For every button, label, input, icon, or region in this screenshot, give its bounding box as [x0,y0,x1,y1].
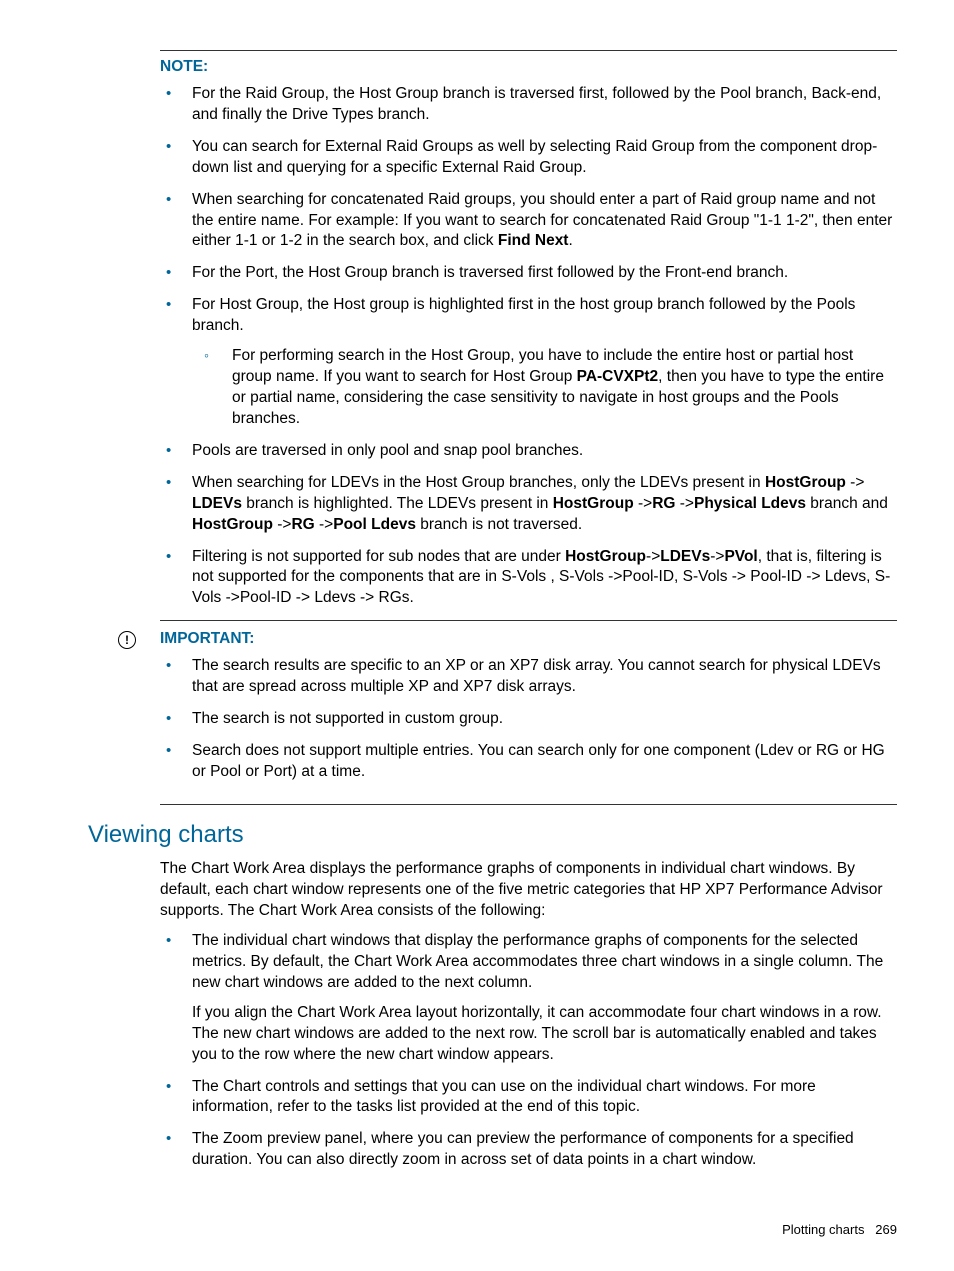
list-item: Search does not support multiple entries… [160,741,897,783]
important-bottom-rule [160,804,897,805]
list-text: For the Port, the Host Group branch is t… [192,264,788,281]
footer-page-number: 269 [875,1222,897,1237]
list-item: When searching for LDEVs in the Host Gro… [160,473,897,536]
list-text: The search is not supported in custom gr… [192,710,503,727]
note-bottom-rule [160,620,897,621]
important-list: The search results are specific to an XP… [160,656,897,783]
list-text: The individual chart windows that displa… [192,932,883,991]
inline-bold: Physical Ldevs [694,495,806,512]
inline-bold: Pool Ldevs [333,516,416,533]
inline-bold: HostGroup [565,548,646,565]
inline-bold: LDEVs [660,548,710,565]
intro-paragraph: The Chart Work Area displays the perform… [160,859,897,922]
list-text: Pools are traversed in only pool and sna… [192,442,583,459]
inline-bold: HostGroup [765,474,846,491]
list-text: . [568,232,572,249]
important-icon-col: ! [88,629,160,651]
section-heading: Viewing charts [88,819,897,851]
list-text: -> [315,516,334,533]
list-text: The Zoom preview panel, where you can pr… [192,1130,854,1168]
list-item: For the Port, the Host Group branch is t… [160,263,897,284]
list-paragraph: If you align the Chart Work Area layout … [192,1003,897,1066]
list-item: The Chart controls and settings that you… [160,1077,897,1119]
list-text: You can search for External Raid Groups … [192,138,877,176]
list-text: branch is highlighted. The LDEVs present… [242,495,553,512]
inline-bold: PVol [724,548,757,565]
inline-bold: HostGroup [192,516,273,533]
inline-bold: Find Next [498,232,569,249]
list-item: The Zoom preview panel, where you can pr… [160,1129,897,1171]
list-item: Filtering is not supported for sub nodes… [160,547,897,610]
sub-list: For performing search in the Host Group,… [192,346,897,430]
important-block: ! IMPORTANT: The search results are spec… [88,629,897,794]
list-text: -> [710,548,724,565]
list-text: When searching for LDEVs in the Host Gro… [192,474,765,491]
exclaim-icon: ! [118,631,136,649]
list-item: The search results are specific to an XP… [160,656,897,698]
inline-bold: RG [652,495,675,512]
list-text: -> [646,548,660,565]
important-label: IMPORTANT: [160,629,897,650]
list-text: branch and [806,495,888,512]
list-text: Search does not support multiple entries… [192,742,885,780]
page-footer: Plotting charts 269 [782,1221,897,1239]
list-text: branch is not traversed. [416,516,582,533]
list-text: -> [634,495,653,512]
inline-bold: RG [291,516,314,533]
footer-section: Plotting charts [782,1222,864,1237]
list-text: Filtering is not supported for sub nodes… [192,548,565,565]
list-text: -> [846,474,865,491]
list-item: When searching for concatenated Raid gro… [160,190,897,253]
list-item: For the Raid Group, the Host Group branc… [160,84,897,126]
note-label: NOTE: [160,57,897,78]
list-text: -> [273,516,292,533]
list-text: -> [675,495,694,512]
list-text: The Chart controls and settings that you… [192,1078,816,1116]
important-content: IMPORTANT: The search results are specif… [160,629,897,794]
list-item: Pools are traversed in only pool and sna… [160,441,897,462]
list-item: The search is not supported in custom gr… [160,709,897,730]
inline-bold: HostGroup [553,495,634,512]
page-content: NOTE: For the Raid Group, the Host Group… [0,0,954,1171]
list-text: The search results are specific to an XP… [192,657,881,695]
inline-bold: LDEVs [192,495,242,512]
list-item: For Host Group, the Host group is highli… [160,295,897,430]
note-list: For the Raid Group, the Host Group branc… [160,84,897,609]
sub-list-item: For performing search in the Host Group,… [192,346,897,430]
viewing-charts-list: The individual chart windows that displa… [160,931,897,1171]
note-top-rule [160,50,897,51]
list-item: The individual chart windows that displa… [160,931,897,1066]
list-item: You can search for External Raid Groups … [160,137,897,179]
inline-bold: PA-CVXPt2 [577,368,659,385]
list-text: For the Raid Group, the Host Group branc… [192,85,881,123]
list-text: For Host Group, the Host group is highli… [192,296,855,334]
